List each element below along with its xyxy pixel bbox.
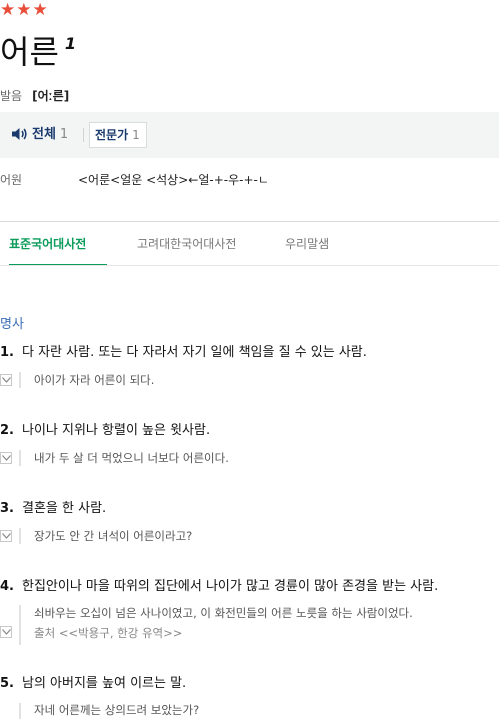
example-sentence: 자네 어른께는 상의드려 보았는가? — [34, 703, 200, 717]
dictionary-entry-page: ★★★ 어른 1 발음 [어ː른] 전체 1 전문가 1 어원 <어룬<얼운 <석상>←얼… — [0, 0, 499, 721]
tab-urimalsaem[interactable]: 우리말샘 — [285, 236, 329, 252]
etymology-value: <어룬<얼운 <석상>←얼-+-우-+-ㄴ — [78, 173, 269, 187]
sense-number: 4. — [0, 579, 14, 594]
example-bar — [19, 605, 21, 645]
tab-standard-dictionary[interactable]: 표준국어대사전 — [9, 236, 86, 252]
example-bar — [19, 372, 21, 388]
sense-number: 5. — [0, 676, 14, 691]
example-toggle-button[interactable] — [0, 452, 12, 464]
chevron-down-icon — [2, 455, 11, 461]
sense-definition: 한집안이나 마을 따위의 집단에서 나이가 많고 경륜이 많아 존경을 받는 사… — [22, 579, 439, 594]
example-bar — [19, 528, 21, 544]
tab-korea-univ-dictionary[interactable]: 고려대한국어대사전 — [137, 236, 236, 252]
example-source: 출처 <<박용구, 한강 유역>> — [34, 626, 183, 640]
example-toggle-button[interactable] — [0, 626, 12, 638]
sense-item: 3. 결혼을 한 사람. 장가도 안 간 녀석이 어른이라고? — [0, 500, 499, 548]
expert-label: 전문가 — [95, 128, 129, 142]
play-all-audio-button[interactable]: 전체 1 — [11, 126, 68, 147]
pronunciation-label: 발음 — [0, 89, 23, 103]
divider — [83, 128, 84, 142]
sense-number: 1. — [0, 345, 14, 360]
play-all-label: 전체 — [32, 127, 56, 142]
sense-definition: 결혼을 한 사람. — [22, 501, 107, 516]
example-sentence: 쇠바우는 오십이 넘은 사나이였고, 이 화전민들의 어른 노릇을 하는 사람이… — [34, 606, 413, 620]
sense-definition: 다 자란 사람. 또는 다 자라서 자기 일에 책임을 질 수 있는 사람. — [22, 345, 367, 360]
example-bar — [19, 703, 21, 719]
divider — [0, 265, 499, 266]
sense-item: 4. 한집안이나 마을 따위의 집단에서 나이가 많고 경륜이 많아 존경을 받… — [0, 578, 499, 646]
expert-audio-button[interactable]: 전문가 1 — [89, 122, 147, 148]
sense-item: 1. 다 자란 사람. 또는 다 자라서 자기 일에 책임을 질 수 있는 사람… — [0, 344, 499, 392]
importance-stars: ★★★ — [0, 0, 49, 20]
play-all-count: 1 — [59, 127, 69, 142]
speaker-icon — [11, 127, 29, 147]
example-sentence: 장가도 안 간 녀석이 어른이라고? — [34, 529, 193, 543]
audio-bar: 전체 1 전문가 1 — [0, 112, 499, 158]
etymology-label: 어원 — [0, 173, 23, 187]
sense-definition: 남의 아버지를 높여 이르는 말. — [22, 676, 187, 691]
pronunciation-row: 발음 [어ː른] — [0, 87, 69, 105]
example-toggle-button[interactable] — [0, 374, 12, 386]
sense-item: 5. 남의 아버지를 높여 이르는 말. 자네 어른께는 상의드려 보았는가? — [0, 675, 499, 721]
homonym-number: 1 — [64, 34, 77, 53]
expert-count: 1 — [132, 128, 140, 142]
sense-number: 3. — [0, 501, 14, 516]
example-bar — [19, 450, 21, 466]
headword-text: 어른 — [0, 33, 59, 71]
headword: 어른 1 — [0, 24, 76, 72]
etymology-row: 어원 <어룬<얼운 <석상>←얼-+-우-+-ㄴ — [0, 171, 269, 189]
example-toggle-button[interactable] — [0, 530, 12, 542]
sense-number: 2. — [0, 423, 14, 438]
chevron-down-icon — [2, 533, 11, 539]
chevron-down-icon — [2, 629, 11, 635]
sense-definition: 나이나 지위나 항렬이 높은 윗사람. — [22, 423, 211, 438]
example-sentence: 내가 두 살 더 먹었으니 너보다 어른이다. — [34, 451, 229, 465]
example-sentence: 아이가 자라 어른이 되다. — [34, 373, 155, 387]
pronunciation-value: [어ː른] — [32, 89, 70, 103]
sense-item: 2. 나이나 지위나 항렬이 높은 윗사람. 내가 두 살 더 먹었으니 너보다… — [0, 422, 499, 470]
part-of-speech: 명사 — [0, 317, 24, 332]
chevron-down-icon — [2, 377, 11, 383]
dictionary-tabs: 표준국어대사전 고려대한국어대사전 우리말샘 — [0, 222, 499, 266]
